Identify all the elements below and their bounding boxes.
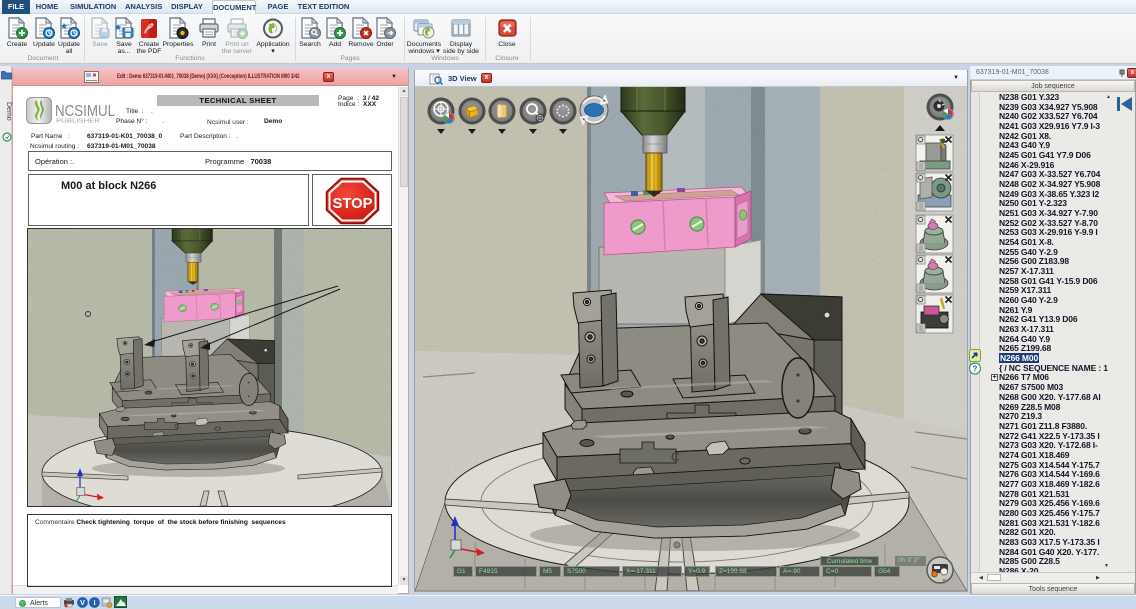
- svg-text:NCSIMUL: NCSIMUL: [55, 103, 115, 120]
- svg-text:i: i: [93, 598, 95, 607]
- svg-text:PUBLISHER: PUBLISHER: [56, 119, 100, 125]
- svg-text:STOP: STOP: [333, 195, 373, 212]
- svg-text:V: V: [80, 598, 85, 607]
- svg-text:?: ?: [973, 365, 978, 374]
